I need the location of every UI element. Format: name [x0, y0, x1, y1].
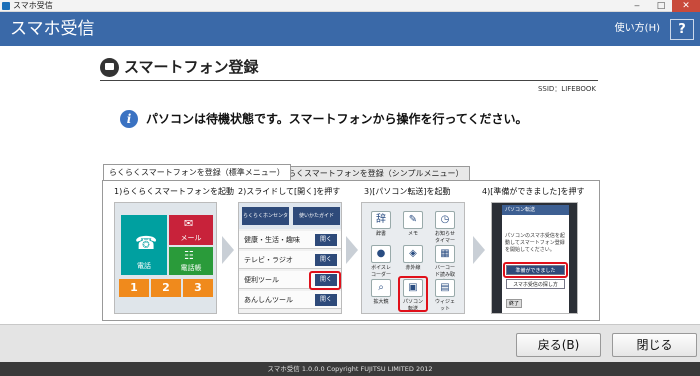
help-button[interactable]: ?: [670, 19, 694, 40]
step-2-label: 2)スライドして[開く]を押す: [238, 187, 341, 196]
help-menu[interactable]: 使い方(H): [615, 12, 660, 46]
phone-tile-label: 電話: [137, 262, 151, 270]
status-message: パソコンは待機状態です。スマートフォンから操作を行ってください。: [146, 112, 528, 126]
arrow-right-icon: [222, 236, 234, 264]
phone-icon: ☎: [135, 233, 158, 254]
speed-dial-3: 3: [183, 279, 213, 297]
open-button: 開く: [315, 254, 337, 266]
open-button: 開く: [315, 294, 337, 306]
app-header: スマホ受信 使い方(H) ?: [0, 12, 700, 46]
app-label: お知らせタイマー: [434, 231, 455, 244]
end-button: 終了: [506, 299, 522, 308]
menu-chip: 使いかたガイド: [293, 207, 340, 225]
arrow-right-icon: [346, 236, 358, 264]
app-label: 辞書: [375, 231, 386, 237]
phonebook-icon: ☷: [184, 249, 194, 262]
speed-dial-2: 2: [151, 279, 181, 297]
screen-instruction: パソコンのスマホ受信を起動してスマートフォン登録を開始してください。: [505, 233, 565, 253]
app-label: ウィジェット: [434, 299, 455, 312]
app-label: メモ: [407, 231, 418, 237]
speed-dial-1: 1: [119, 279, 149, 297]
app-cell: ▦バーコード読み取り: [434, 245, 456, 285]
magnifier-icon: ⌕: [371, 279, 391, 297]
menu-row-label: あんしんツール: [244, 296, 293, 304]
os-title-bar: スマホ受信 ‒ □ ✕: [0, 0, 700, 12]
mail-icon: ✉: [184, 217, 194, 230]
close-button[interactable]: 閉じる: [612, 333, 697, 357]
timer-icon: ◷: [435, 211, 455, 229]
app-cell: ◷ お知らせタイマー: [434, 211, 456, 244]
widget-icon: ▤: [435, 279, 455, 297]
ssid-label: SSID：LIFEBOOK: [537, 85, 596, 93]
step-4-label: 4)[準備ができました]を押す: [482, 187, 585, 196]
tab-simple-menu[interactable]: らくらくスマートフォンを登録（シンプルメニュー）: [266, 166, 470, 180]
menu-chip: らくらくホンセンター: [242, 207, 289, 237]
mail-tile: ✉ メール: [169, 215, 213, 245]
menu-row-label: 健康・生活・趣味: [244, 236, 300, 244]
copyright-footer: スマホ受信 1.0.0.0 Copyright FUJITSU LIMITED …: [0, 362, 700, 376]
menu-row: 健康・生活・趣味 開く: [239, 231, 341, 249]
step-3-illustration: 辞辞書 ✎ メモ ◷ お知らせタイマー ● ボイスレコーダー ◈ 赤外線 ▦ バーコード読…: [361, 202, 465, 314]
highlight-box: [503, 262, 568, 278]
infrared-icon: ◈: [403, 245, 423, 263]
close-window-button[interactable]: ✕: [672, 0, 700, 12]
info-icon: i: [120, 110, 138, 128]
how-to-find-button: スマホ受信の探し方: [506, 279, 565, 289]
app-label: 拡大鏡: [373, 299, 389, 305]
section-title: スマートフォン登録: [124, 58, 259, 76]
step-3-label: 3)[パソコン転送]を起動: [364, 187, 451, 196]
minimize-button[interactable]: ‒: [626, 0, 648, 12]
highlight-box: [398, 276, 428, 312]
maximize-button[interactable]: □: [650, 0, 672, 12]
voice-recorder-icon: ●: [371, 245, 391, 263]
app-label: 赤外線: [405, 265, 421, 271]
step-2-illustration: らくらくホンセンター 使いかたガイド 健康・生活・趣味 開く テレビ・ラジオ 開…: [238, 202, 342, 314]
barcode-icon: ▦: [435, 245, 455, 263]
memo-icon: ✎: [403, 211, 423, 229]
app-cell: ✎ メモ: [402, 211, 424, 241]
app-cell: ◈ 赤外線: [402, 245, 424, 275]
arrow-right-icon: [473, 236, 485, 264]
menu-row: テレビ・ラジオ 開く: [239, 251, 341, 269]
app-cell: ⌕ 拡大鏡: [370, 279, 392, 309]
menu-header: らくらくホンセンター 使いかたガイド: [239, 203, 341, 237]
step-1-label: 1)らくらくスマートフォンを起動: [114, 187, 234, 196]
phone-screen: パソコン転送 パソコンのスマホ受信を起動してスマートフォン登録を開始してください…: [502, 205, 569, 313]
app-label: ボイスレコーダー: [370, 265, 391, 278]
app-title: スマホ受信: [10, 19, 95, 39]
phonebook-tile-label: 電話帳: [180, 264, 202, 272]
app-cell: ● ボイスレコーダー: [370, 245, 392, 278]
section-divider: [100, 80, 598, 81]
back-button[interactable]: 戻る(B): [516, 333, 601, 357]
app-cell: ▤ ウィジェット: [434, 279, 456, 312]
step-4-illustration: パソコン転送 パソコンのスマホ受信を起動してスマートフォン登録を開始してください…: [491, 202, 578, 314]
laptop-icon: [100, 58, 119, 77]
mail-tile-label: メール: [180, 234, 202, 242]
highlight-box: [309, 271, 341, 290]
menu-row-label: テレビ・ラジオ: [244, 256, 293, 264]
phonebook-tile: ☷ 電話帳: [169, 247, 213, 275]
step-1-illustration: ☎ 電話 ✉ メール ☷ 電話帳 1 2 3: [114, 202, 217, 314]
screen-title: パソコン転送: [502, 205, 569, 215]
app-icon: [2, 2, 10, 10]
menu-row: あんしんツール 開く: [239, 291, 341, 309]
menu-row-label: 便利ツール: [244, 276, 279, 284]
open-button: 開く: [315, 234, 337, 246]
tab-standard-menu[interactable]: らくらくスマートフォンを登録（標準メニュー）: [103, 164, 291, 180]
dictionary-icon: 辞: [371, 211, 391, 229]
app-cell: 辞辞書: [370, 211, 392, 241]
window-title: スマホ受信: [13, 1, 53, 10]
phone-tile: ☎ 電話: [121, 215, 167, 275]
